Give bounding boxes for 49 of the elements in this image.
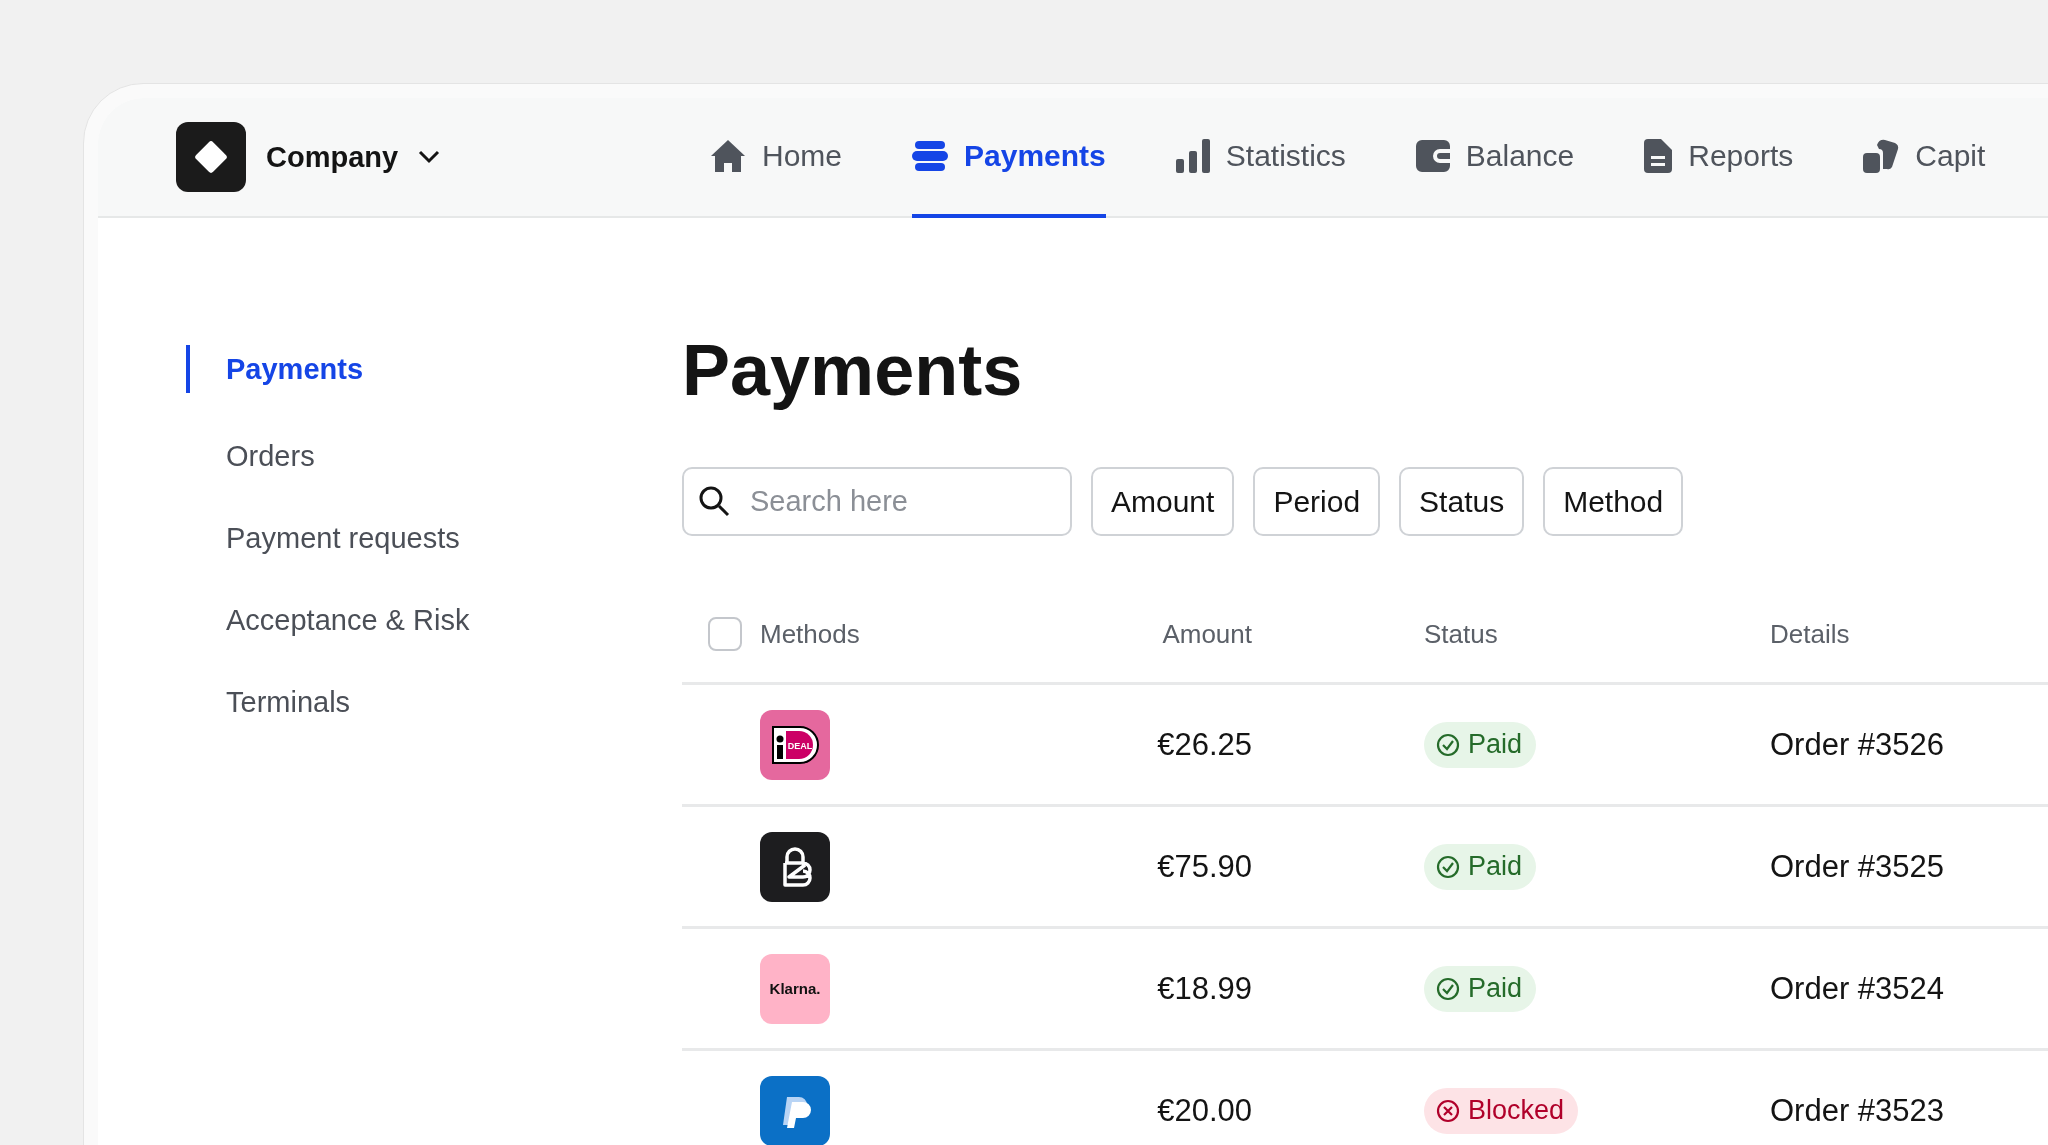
document-icon bbox=[1644, 139, 1673, 173]
shapes-icon bbox=[1863, 139, 1900, 173]
card-stack-icon bbox=[912, 141, 949, 171]
nav-tab[interactable]: Statistics bbox=[1175, 98, 1346, 218]
filter-button[interactable]: Status bbox=[1399, 467, 1525, 536]
nav-tab[interactable]: Capit bbox=[1863, 98, 1986, 218]
nav-tab[interactable]: Home bbox=[710, 98, 843, 218]
order-cell: Order #3523 bbox=[1770, 1092, 1945, 1128]
sidebar-item[interactable]: Orders bbox=[186, 437, 682, 475]
amount-cell: €26.25 bbox=[1157, 726, 1252, 762]
home-icon bbox=[710, 139, 746, 173]
column-header: Status bbox=[1424, 618, 1498, 649]
company-name[interactable]: Company bbox=[266, 140, 399, 174]
status-badge: Paid bbox=[1424, 843, 1537, 890]
search-field[interactable]: Search here bbox=[682, 467, 1072, 536]
nav-tab[interactable]: Payments bbox=[912, 98, 1106, 218]
amount-cell: €75.90 bbox=[1157, 848, 1252, 884]
page-title: Payments bbox=[682, 330, 1024, 410]
amount-cell: €18.99 bbox=[1157, 970, 1252, 1006]
nav-tab[interactable]: Balance bbox=[1415, 98, 1575, 218]
wallet-icon bbox=[1415, 140, 1450, 172]
sidebar-item[interactable]: Payment requests bbox=[186, 519, 682, 557]
filter-button[interactable]: Amount bbox=[1091, 467, 1235, 536]
check-circle-icon bbox=[1436, 976, 1460, 1001]
status-badge: Paid bbox=[1424, 965, 1537, 1012]
select-all-checkbox[interactable] bbox=[708, 617, 742, 651]
ideal-logo: DEAL bbox=[760, 709, 830, 780]
bar-chart-icon bbox=[1175, 139, 1210, 173]
status-badge: Paid bbox=[1424, 721, 1537, 768]
column-header: Methods bbox=[760, 618, 860, 650]
order-cell: Order #3524 bbox=[1770, 970, 1945, 1006]
order-cell: Order #3526 bbox=[1770, 726, 1945, 762]
filter-button[interactable]: Method bbox=[1543, 467, 1684, 536]
x-circle-icon bbox=[1436, 1098, 1460, 1123]
amount-cell: €20.00 bbox=[1157, 1092, 1252, 1128]
chevron-down-icon[interactable] bbox=[418, 150, 441, 164]
check-circle-icon bbox=[1436, 854, 1460, 879]
status-badge: Blocked bbox=[1424, 1087, 1579, 1134]
klarna-logo: Klarna. bbox=[760, 953, 830, 1024]
company-logo bbox=[176, 122, 246, 192]
sidebar-item[interactable]: Terminals bbox=[186, 683, 682, 721]
column-header: Details bbox=[1770, 618, 1850, 649]
sidebar-item[interactable]: Payments bbox=[186, 345, 682, 393]
sidebar-item[interactable]: Acceptance & Risk bbox=[186, 601, 682, 639]
nav-tab[interactable]: Reports bbox=[1644, 98, 1794, 218]
column-header: Amount bbox=[1162, 618, 1252, 649]
filter-button[interactable]: Period bbox=[1253, 467, 1381, 536]
order-cell: Order #3525 bbox=[1770, 848, 1945, 884]
check-circle-icon bbox=[1436, 732, 1460, 757]
